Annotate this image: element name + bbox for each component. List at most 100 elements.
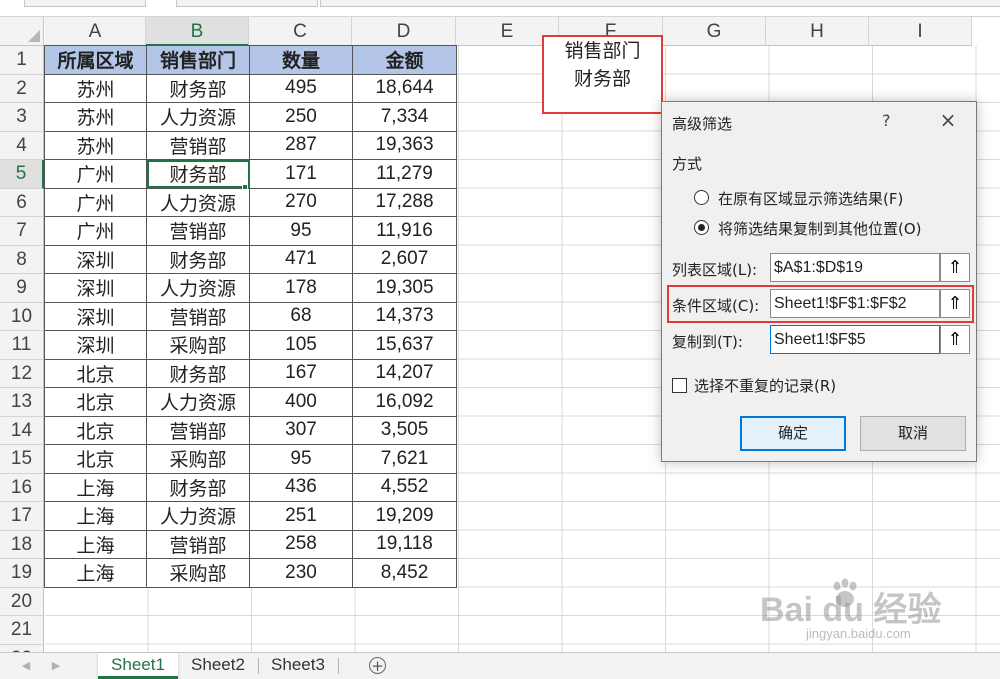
cell-quantity[interactable]: 230: [249, 558, 353, 588]
cell-region[interactable]: 上海: [44, 558, 147, 588]
row-header-14[interactable]: 14: [0, 416, 44, 445]
cell-region[interactable]: 上海: [44, 472, 147, 502]
cell-amount[interactable]: 4,552: [352, 472, 457, 502]
row-header-12[interactable]: 12: [0, 359, 44, 388]
cell-department[interactable]: 人力资源: [146, 387, 250, 417]
add-sheet-icon[interactable]: +: [369, 657, 386, 674]
cell-region[interactable]: 北京: [44, 415, 147, 445]
row-header-2[interactable]: 2: [0, 74, 44, 103]
unique-records-option[interactable]: 选择不重复的记录(R): [672, 375, 872, 397]
cell-region[interactable]: 苏州: [44, 130, 147, 160]
select-all-corner[interactable]: [0, 17, 44, 46]
cell-quantity[interactable]: 436: [249, 472, 353, 502]
column-header-h[interactable]: H: [766, 17, 869, 46]
list-range-input[interactable]: $A$1:$D$19: [770, 253, 940, 282]
copy-to-collapse-button[interactable]: ⇑: [940, 325, 970, 354]
unique-records-checkbox[interactable]: [672, 378, 687, 393]
cell-department[interactable]: 营销部: [146, 529, 250, 559]
fill-handle[interactable]: [242, 184, 248, 190]
list-range-collapse-button[interactable]: ⇑: [940, 253, 970, 282]
cell-amount[interactable]: 14,207: [352, 358, 457, 388]
cell-amount[interactable]: 19,305: [352, 273, 457, 303]
cell-amount[interactable]: 19,118: [352, 529, 457, 559]
cell-amount[interactable]: 18,644: [352, 73, 457, 103]
cell-department[interactable]: 营销部: [146, 301, 250, 331]
cell-amount[interactable]: 3,505: [352, 415, 457, 445]
cell-department[interactable]: 人力资源: [146, 187, 250, 217]
cancel-button[interactable]: 取消: [860, 416, 966, 451]
row-header-21[interactable]: 21: [0, 616, 44, 645]
name-box-edge[interactable]: [24, 0, 146, 7]
row-header-8[interactable]: 8: [0, 245, 44, 274]
cell-region[interactable]: 上海: [44, 501, 147, 531]
row-header-19[interactable]: 19: [0, 559, 44, 588]
row-header-20[interactable]: 20: [0, 587, 44, 616]
cell-quantity[interactable]: 251: [249, 501, 353, 531]
cell-region[interactable]: 深圳: [44, 244, 147, 274]
option-copy-to[interactable]: 将筛选结果复制到其他位置(O): [694, 218, 964, 240]
cell-department[interactable]: 营销部: [146, 130, 250, 160]
row-header-4[interactable]: 4: [0, 131, 44, 160]
cell-region[interactable]: 北京: [44, 444, 147, 474]
criteria-value-cell[interactable]: 财务部: [544, 65, 661, 93]
cell-department[interactable]: 人力资源: [146, 273, 250, 303]
cell-quantity[interactable]: 178: [249, 273, 353, 303]
cell-quantity[interactable]: 105: [249, 330, 353, 360]
cell-region[interactable]: 苏州: [44, 102, 147, 132]
header-cell-quantity[interactable]: 数量: [249, 45, 353, 75]
cell-amount[interactable]: 11,279: [352, 159, 457, 189]
cell-quantity[interactable]: 250: [249, 102, 353, 132]
row-header-5[interactable]: 5: [0, 160, 44, 189]
cell-department[interactable]: 财务部: [146, 472, 250, 502]
cell-amount[interactable]: 2,607: [352, 244, 457, 274]
cell-quantity[interactable]: 167: [249, 358, 353, 388]
cell-amount[interactable]: 7,334: [352, 102, 457, 132]
cell-department[interactable]: 财务部: [146, 73, 250, 103]
cell-quantity[interactable]: 95: [249, 216, 353, 246]
criteria-header-cell[interactable]: 销售部门: [544, 37, 661, 65]
option-show-in-place[interactable]: 在原有区域显示筛选结果(F): [694, 188, 964, 210]
cell-region[interactable]: 广州: [44, 187, 147, 217]
cell-region[interactable]: 深圳: [44, 330, 147, 360]
row-header-9[interactable]: 9: [0, 274, 44, 303]
data-table[interactable]: 所属区域 销售部门 数量 金额 苏州 财务部 495 18,644 苏州 人力资源 250 7…: [44, 45, 457, 588]
close-icon[interactable]: ×: [934, 108, 962, 132]
radio-show-in-place[interactable]: [694, 190, 709, 205]
cell-region[interactable]: 上海: [44, 529, 147, 559]
scroll-tabs-left-icon[interactable]: ◀: [16, 653, 36, 679]
header-cell-region[interactable]: 所属区域: [44, 45, 147, 75]
criteria-range-collapse-button[interactable]: ⇑: [940, 289, 970, 318]
tab-sheet1[interactable]: Sheet1: [98, 653, 178, 679]
row-header-3[interactable]: 3: [0, 103, 44, 132]
cell-quantity[interactable]: 95: [249, 444, 353, 474]
cell-department[interactable]: 财务部: [146, 358, 250, 388]
cell-amount[interactable]: 7,621: [352, 444, 457, 474]
help-icon[interactable]: ?: [882, 111, 891, 130]
cell-quantity[interactable]: 400: [249, 387, 353, 417]
row-header-10[interactable]: 10: [0, 302, 44, 331]
cell-quantity[interactable]: 307: [249, 415, 353, 445]
cell-amount[interactable]: 15,637: [352, 330, 457, 360]
cell-quantity[interactable]: 471: [249, 244, 353, 274]
cell-department[interactable]: 营销部: [146, 415, 250, 445]
column-header-d[interactable]: D: [352, 17, 456, 46]
cell-region[interactable]: 广州: [44, 159, 147, 189]
cell-quantity[interactable]: 270: [249, 187, 353, 217]
cell-region[interactable]: 北京: [44, 358, 147, 388]
row-header-16[interactable]: 16: [0, 473, 44, 502]
cell-region[interactable]: 深圳: [44, 273, 147, 303]
column-header-g[interactable]: G: [663, 17, 766, 46]
tab-sheet3[interactable]: Sheet3: [260, 653, 336, 679]
row-header-7[interactable]: 7: [0, 217, 44, 246]
cell-region[interactable]: 苏州: [44, 73, 147, 103]
cell-department[interactable]: 采购部: [146, 444, 250, 474]
cell-region[interactable]: 深圳: [44, 301, 147, 331]
row-header-13[interactable]: 13: [0, 388, 44, 417]
copy-to-input[interactable]: Sheet1!$F$5: [770, 325, 940, 354]
cell-department[interactable]: 人力资源: [146, 102, 250, 132]
row-header-15[interactable]: 15: [0, 445, 44, 474]
header-cell-department[interactable]: 销售部门: [146, 45, 250, 75]
cell-department[interactable]: 人力资源: [146, 501, 250, 531]
radio-copy-to[interactable]: [694, 220, 709, 235]
cell-department[interactable]: 采购部: [146, 330, 250, 360]
